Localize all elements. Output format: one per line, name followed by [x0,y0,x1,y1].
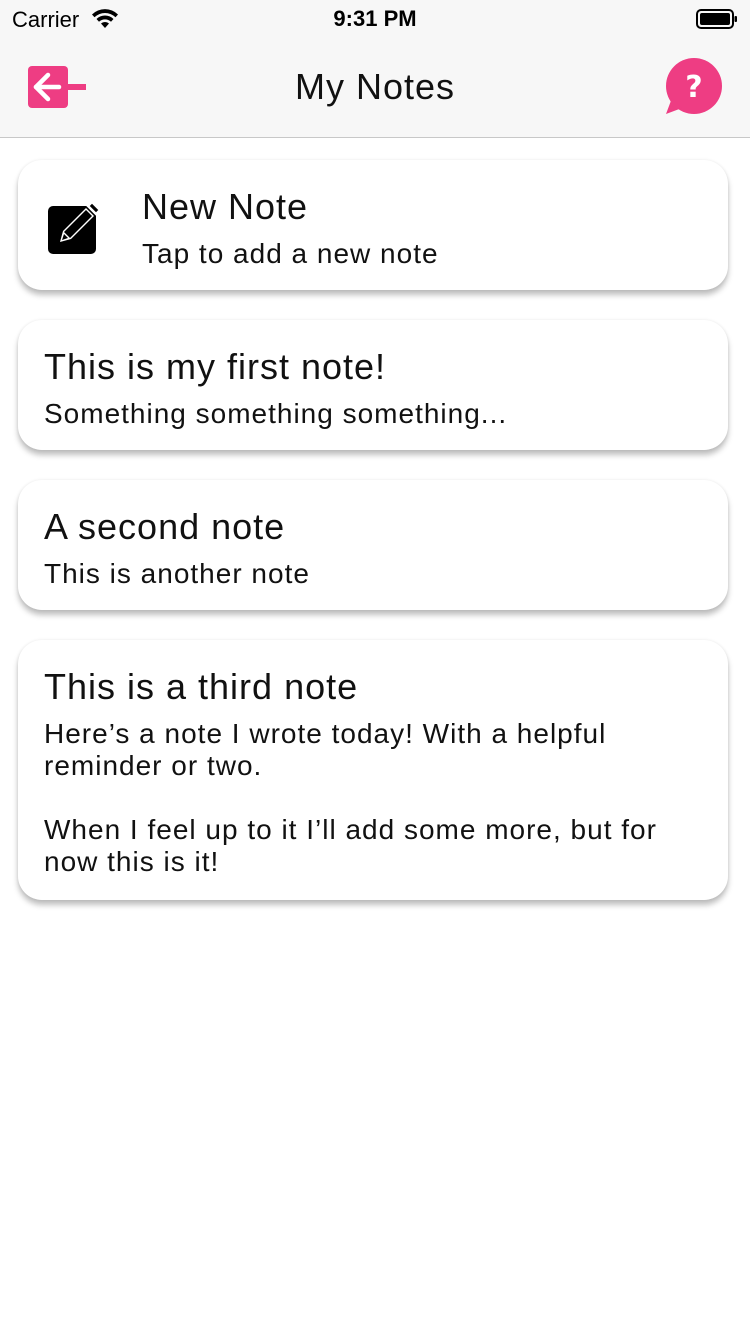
navigation-bar: My Notes ? [0,40,750,138]
note-card[interactable]: This is my first note! Something somethi… [18,320,728,450]
note-title: A second note [44,506,286,547]
note-title: This is a third note [44,666,359,707]
question-bubble-icon[interactable]: ? [658,58,726,118]
svg-text:?: ? [685,70,702,105]
note-body: Here’s a note I wrote today! With a help… [44,718,657,877]
note-body: Something something something... [44,398,508,429]
status-bar: Carrier 9:31 PM [0,0,750,40]
clock: 9:31 PM [333,6,417,31]
page-title: My Notes [294,66,456,107]
compose-icon [48,200,102,254]
note-body: This is another note [44,558,310,589]
note-title: This is my first note! [44,346,387,387]
note-list: New Note Tap to add a new note This is m… [18,160,730,930]
note-card[interactable]: A second note This is another note [18,480,728,610]
battery-icon [696,9,737,29]
new-note-card[interactable]: New Note Tap to add a new note [18,160,728,290]
new-note-subtitle: Tap to add a new note [142,238,439,269]
note-card[interactable]: This is a third note Here’s a note I wro… [18,640,728,900]
new-note-title: New Note [142,186,309,227]
